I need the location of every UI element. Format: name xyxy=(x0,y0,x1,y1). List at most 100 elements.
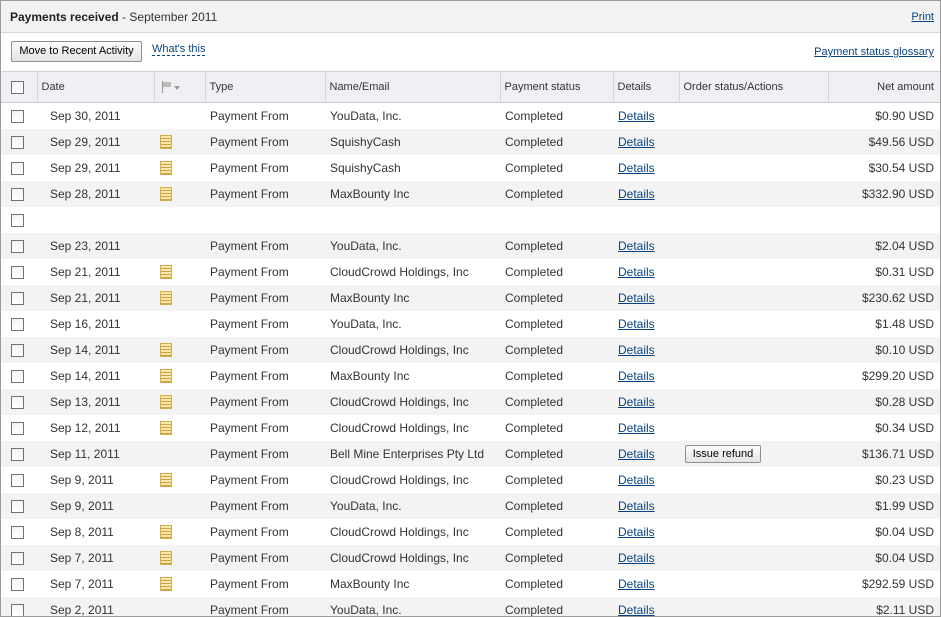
row-type: Payment From xyxy=(210,368,289,383)
details-link[interactable]: Details xyxy=(618,317,655,331)
details-link[interactable]: Details xyxy=(618,577,655,591)
row-note-cell xyxy=(154,259,205,285)
details-link[interactable]: Details xyxy=(618,343,655,357)
note-icon[interactable] xyxy=(160,550,172,565)
details-link[interactable]: Details xyxy=(618,109,655,123)
details-link[interactable]: Details xyxy=(618,499,655,513)
row-checkbox[interactable] xyxy=(11,161,24,175)
row-name: YouData, Inc. xyxy=(325,232,500,259)
row-name: YouData, Inc. xyxy=(325,492,500,519)
row-order-cell xyxy=(679,155,828,181)
details-link[interactable]: Details xyxy=(618,369,655,383)
note-icon[interactable] xyxy=(160,264,172,279)
row-checkbox[interactable] xyxy=(11,447,24,461)
row-checkbox[interactable] xyxy=(11,421,24,435)
row-type: Payment From xyxy=(205,232,325,259)
table-row: Sep 8, 2011 Payment From CloudCrowd Holdin… xyxy=(1,519,940,545)
details-link[interactable]: Details xyxy=(618,265,655,279)
row-details-cell: Details xyxy=(613,363,679,389)
note-icon[interactable] xyxy=(160,420,172,435)
row-checkbox[interactable] xyxy=(11,603,24,616)
details-link[interactable]: Details xyxy=(618,551,655,565)
details-link[interactable]: Details xyxy=(618,135,655,149)
row-checkbox[interactable] xyxy=(11,525,24,539)
column-header-status[interactable]: Payment status xyxy=(499,71,613,103)
details-link[interactable]: Details xyxy=(618,473,655,487)
column-header-details: Details xyxy=(612,71,679,103)
row-name: YouData, Inc. xyxy=(330,108,402,123)
row-select-cell xyxy=(1,363,37,389)
row-type: Payment From xyxy=(210,160,289,175)
note-icon[interactable] xyxy=(160,342,172,357)
column-header-flag[interactable] xyxy=(153,71,205,103)
row-name: Bell Mine Enterprises Pty Ltd xyxy=(325,440,500,467)
table-row: Sep 21, 2011 Payment From MaxBounty Inc Com… xyxy=(1,284,940,311)
row-date: Sep 16, 2011 xyxy=(50,316,121,331)
table-row: Sep 29, 2011 Payment From SquishyCash Compl… xyxy=(1,128,940,155)
row-checkbox[interactable] xyxy=(11,369,24,383)
row-checkbox[interactable] xyxy=(11,473,24,487)
row-amount: $299.20 USD xyxy=(861,368,934,383)
row-select-cell xyxy=(1,155,37,181)
row-type: Payment From xyxy=(210,108,289,123)
row-checkbox[interactable] xyxy=(11,577,24,591)
column-header-date[interactable]: Date xyxy=(36,71,154,103)
details-link[interactable]: Details xyxy=(618,395,655,409)
select-all-checkbox[interactable] xyxy=(11,80,24,94)
row-checkbox[interactable] xyxy=(11,239,24,253)
column-header-amount[interactable]: Net amount xyxy=(827,71,940,103)
details-link[interactable]: Details xyxy=(618,239,655,253)
row-checkbox[interactable] xyxy=(11,551,24,565)
note-icon[interactable] xyxy=(160,576,172,591)
print-link[interactable]: Print xyxy=(911,11,934,23)
row-checkbox[interactable] xyxy=(11,213,24,227)
row-name: CloudCrowd Holdings, Inc xyxy=(330,524,469,539)
row-checkbox[interactable] xyxy=(11,395,24,409)
note-icon[interactable] xyxy=(160,472,172,487)
note-icon[interactable] xyxy=(160,368,172,383)
note-icon[interactable] xyxy=(160,186,172,201)
row-name: SquishyCash xyxy=(325,128,500,155)
row-details-cell: Details xyxy=(613,259,679,285)
row-checkbox[interactable] xyxy=(11,317,24,331)
row-type: Payment From xyxy=(210,264,289,279)
row-order-cell xyxy=(679,284,828,311)
row-note-cell xyxy=(154,544,205,571)
note-icon[interactable] xyxy=(160,524,172,539)
row-date: Sep 12, 2011 xyxy=(50,420,121,435)
row-status: Completed xyxy=(505,576,564,591)
row-order-cell xyxy=(679,492,828,519)
details-link[interactable]: Details xyxy=(618,603,655,617)
row-checkbox[interactable] xyxy=(11,499,24,513)
note-icon[interactable] xyxy=(160,134,172,149)
row-status: Completed xyxy=(500,440,613,467)
row-details-cell: Details xyxy=(613,440,679,467)
row-select-cell xyxy=(1,596,37,616)
column-header-type[interactable]: Type xyxy=(204,71,325,103)
details-link[interactable]: Details xyxy=(618,187,655,201)
move-to-recent-activity-button[interactable]: Move to Recent Activity xyxy=(11,41,142,62)
row-note-cell xyxy=(154,363,205,389)
row-order-cell xyxy=(679,596,828,616)
details-link[interactable]: Details xyxy=(618,291,655,305)
issue-refund-button[interactable]: Issue refund xyxy=(685,444,761,463)
row-checkbox[interactable] xyxy=(11,109,24,123)
whats-this-link[interactable]: What's this xyxy=(152,43,206,56)
details-link[interactable]: Details xyxy=(618,447,655,461)
flag-icon[interactable] xyxy=(159,81,180,94)
note-icon[interactable] xyxy=(160,290,172,305)
row-checkbox[interactable] xyxy=(11,291,24,305)
details-link[interactable]: Details xyxy=(618,421,655,435)
details-link[interactable]: Details xyxy=(618,525,655,539)
row-checkbox[interactable] xyxy=(11,135,24,149)
note-icon[interactable] xyxy=(160,394,172,409)
details-link[interactable]: Details xyxy=(618,161,655,175)
note-icon[interactable] xyxy=(160,160,172,175)
row-checkbox[interactable] xyxy=(11,187,24,201)
row-checkbox[interactable] xyxy=(11,265,24,279)
row-checkbox[interactable] xyxy=(11,343,24,357)
row-status: Completed xyxy=(505,108,564,123)
column-header-name[interactable]: Name/Email xyxy=(324,71,500,103)
row-status: Completed xyxy=(500,336,613,363)
payment-status-glossary-link[interactable]: Payment status glossary xyxy=(814,46,934,58)
